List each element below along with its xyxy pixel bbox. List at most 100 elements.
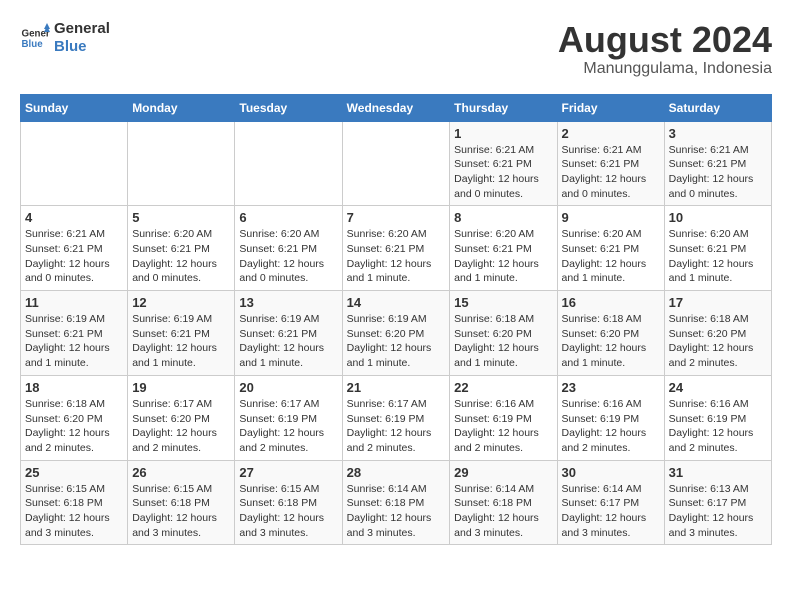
page-header: General Blue General Blue August 2024 Ma… (20, 20, 772, 78)
day-info: Sunrise: 6:18 AMSunset: 6:20 PMDaylight:… (669, 312, 767, 371)
calendar-day-cell: 22 Sunrise: 6:16 AMSunset: 6:19 PMDayligh… (450, 375, 557, 460)
day-info: Sunrise: 6:20 AMSunset: 6:21 PMDaylight:… (669, 227, 767, 286)
weekday-header-saturday: Saturday (664, 94, 771, 121)
calendar-day-cell: 24 Sunrise: 6:16 AMSunset: 6:19 PMDayligh… (664, 375, 771, 460)
day-info: Sunrise: 6:17 AMSunset: 6:19 PMDaylight:… (347, 397, 446, 456)
day-number: 31 (669, 465, 767, 480)
day-info: Sunrise: 6:20 AMSunset: 6:21 PMDaylight:… (562, 227, 660, 286)
location-subtitle: Manunggulama, Indonesia (558, 60, 772, 78)
day-info: Sunrise: 6:20 AMSunset: 6:21 PMDaylight:… (132, 227, 230, 286)
calendar-week-row: 1 Sunrise: 6:21 AMSunset: 6:21 PMDaylight… (21, 121, 772, 206)
calendar-day-cell: 6 Sunrise: 6:20 AMSunset: 6:21 PMDaylight… (235, 206, 342, 291)
day-number: 1 (454, 126, 552, 141)
day-number: 27 (239, 465, 337, 480)
day-number: 19 (132, 380, 230, 395)
day-number: 14 (347, 295, 446, 310)
day-info: Sunrise: 6:18 AMSunset: 6:20 PMDaylight:… (25, 397, 123, 456)
calendar-day-cell: 2 Sunrise: 6:21 AMSunset: 6:21 PMDaylight… (557, 121, 664, 206)
day-info: Sunrise: 6:21 AMSunset: 6:21 PMDaylight:… (562, 143, 660, 202)
day-info: Sunrise: 6:21 AMSunset: 6:21 PMDaylight:… (454, 143, 552, 202)
day-info: Sunrise: 6:20 AMSunset: 6:21 PMDaylight:… (239, 227, 337, 286)
day-info: Sunrise: 6:19 AMSunset: 6:21 PMDaylight:… (132, 312, 230, 371)
day-info: Sunrise: 6:19 AMSunset: 6:21 PMDaylight:… (25, 312, 123, 371)
day-info: Sunrise: 6:17 AMSunset: 6:20 PMDaylight:… (132, 397, 230, 456)
calendar-day-cell: 21 Sunrise: 6:17 AMSunset: 6:19 PMDayligh… (342, 375, 450, 460)
day-number: 28 (347, 465, 446, 480)
calendar-day-cell: 20 Sunrise: 6:17 AMSunset: 6:19 PMDayligh… (235, 375, 342, 460)
weekday-header-sunday: Sunday (21, 94, 128, 121)
calendar-day-cell: 23 Sunrise: 6:16 AMSunset: 6:19 PMDayligh… (557, 375, 664, 460)
day-info: Sunrise: 6:15 AMSunset: 6:18 PMDaylight:… (25, 482, 123, 541)
calendar-day-cell: 18Sunrise: 6:18 AMSunset: 6:20 PMDayligh… (21, 375, 128, 460)
calendar-day-cell: 5Sunrise: 6:20 AMSunset: 6:21 PMDaylight… (128, 206, 235, 291)
day-number: 16 (562, 295, 660, 310)
calendar-day-cell (235, 121, 342, 206)
calendar-day-cell: 11 Sunrise: 6:19 AMSunset: 6:21 PMDayligh… (21, 291, 128, 376)
day-number: 9 (562, 210, 660, 225)
calendar-day-cell: 16 Sunrise: 6:18 AMSunset: 6:20 PMDayligh… (557, 291, 664, 376)
day-number: 21 (347, 380, 446, 395)
day-info: Sunrise: 6:17 AMSunset: 6:19 PMDaylight:… (239, 397, 337, 456)
day-number: 7 (347, 210, 446, 225)
calendar-day-cell: 27Sunrise: 6:15 AMSunset: 6:18 PMDayligh… (235, 460, 342, 545)
day-info: Sunrise: 6:19 AMSunset: 6:20 PMDaylight:… (347, 312, 446, 371)
calendar-day-cell: 26 Sunrise: 6:15 AMSunset: 6:18 PMDayligh… (128, 460, 235, 545)
day-info: Sunrise: 6:16 AMSunset: 6:19 PMDaylight:… (562, 397, 660, 456)
logo-blue: Blue (54, 38, 110, 56)
day-info: Sunrise: 6:14 AMSunset: 6:18 PMDaylight:… (454, 482, 552, 541)
calendar-week-row: 18Sunrise: 6:18 AMSunset: 6:20 PMDayligh… (21, 375, 772, 460)
day-number: 13 (239, 295, 337, 310)
day-number: 17 (669, 295, 767, 310)
day-info: Sunrise: 6:13 AMSunset: 6:17 PMDaylight:… (669, 482, 767, 541)
calendar-day-cell: 12 Sunrise: 6:19 AMSunset: 6:21 PMDayligh… (128, 291, 235, 376)
day-info: Sunrise: 6:20 AMSunset: 6:21 PMDaylight:… (454, 227, 552, 286)
calendar-day-cell: 19 Sunrise: 6:17 AMSunset: 6:20 PMDayligh… (128, 375, 235, 460)
calendar-table: SundayMondayTuesdayWednesdayThursdayFrid… (20, 94, 772, 546)
day-number: 23 (562, 380, 660, 395)
day-number: 22 (454, 380, 552, 395)
day-info: Sunrise: 6:16 AMSunset: 6:19 PMDaylight:… (669, 397, 767, 456)
day-number: 6 (239, 210, 337, 225)
calendar-day-cell: 9 Sunrise: 6:20 AMSunset: 6:21 PMDaylight… (557, 206, 664, 291)
day-number: 11 (25, 295, 123, 310)
weekday-header-friday: Friday (557, 94, 664, 121)
calendar-day-cell: 13Sunrise: 6:19 AMSunset: 6:21 PMDayligh… (235, 291, 342, 376)
day-number: 30 (562, 465, 660, 480)
calendar-day-cell: 7 Sunrise: 6:20 AMSunset: 6:21 PMDaylight… (342, 206, 450, 291)
day-number: 24 (669, 380, 767, 395)
day-number: 3 (669, 126, 767, 141)
logo: General Blue General Blue (20, 20, 110, 56)
calendar-day-cell (21, 121, 128, 206)
calendar-day-cell: 28Sunrise: 6:14 AMSunset: 6:18 PMDayligh… (342, 460, 450, 545)
calendar-week-row: 11 Sunrise: 6:19 AMSunset: 6:21 PMDayligh… (21, 291, 772, 376)
day-number: 12 (132, 295, 230, 310)
day-info: Sunrise: 6:18 AMSunset: 6:20 PMDaylight:… (454, 312, 552, 371)
calendar-day-cell: 10Sunrise: 6:20 AMSunset: 6:21 PMDayligh… (664, 206, 771, 291)
day-info: Sunrise: 6:21 AMSunset: 6:21 PMDaylight:… (25, 227, 123, 286)
day-number: 4 (25, 210, 123, 225)
day-info: Sunrise: 6:21 AMSunset: 6:21 PMDaylight:… (669, 143, 767, 202)
day-info: Sunrise: 6:15 AMSunset: 6:18 PMDaylight:… (132, 482, 230, 541)
logo-icon: General Blue (20, 23, 50, 53)
calendar-week-row: 4 Sunrise: 6:21 AMSunset: 6:21 PMDaylight… (21, 206, 772, 291)
day-number: 20 (239, 380, 337, 395)
day-number: 29 (454, 465, 552, 480)
calendar-week-row: 25Sunrise: 6:15 AMSunset: 6:18 PMDayligh… (21, 460, 772, 545)
weekday-header-tuesday: Tuesday (235, 94, 342, 121)
day-info: Sunrise: 6:20 AMSunset: 6:21 PMDaylight:… (347, 227, 446, 286)
calendar-day-cell: 17 Sunrise: 6:18 AMSunset: 6:20 PMDayligh… (664, 291, 771, 376)
calendar-day-cell: 29 Sunrise: 6:14 AMSunset: 6:18 PMDayligh… (450, 460, 557, 545)
calendar-day-cell (342, 121, 450, 206)
calendar-day-cell (128, 121, 235, 206)
calendar-day-cell: 14 Sunrise: 6:19 AMSunset: 6:20 PMDayligh… (342, 291, 450, 376)
weekday-header-thursday: Thursday (450, 94, 557, 121)
title-block: August 2024 Manunggulama, Indonesia (558, 20, 772, 78)
day-number: 26 (132, 465, 230, 480)
day-number: 2 (562, 126, 660, 141)
day-info: Sunrise: 6:16 AMSunset: 6:19 PMDaylight:… (454, 397, 552, 456)
calendar-day-cell: 31 Sunrise: 6:13 AMSunset: 6:17 PMDayligh… (664, 460, 771, 545)
calendar-day-cell: 1 Sunrise: 6:21 AMSunset: 6:21 PMDaylight… (450, 121, 557, 206)
calendar-day-cell: 25Sunrise: 6:15 AMSunset: 6:18 PMDayligh… (21, 460, 128, 545)
weekday-header-monday: Monday (128, 94, 235, 121)
day-info: Sunrise: 6:18 AMSunset: 6:20 PMDaylight:… (562, 312, 660, 371)
